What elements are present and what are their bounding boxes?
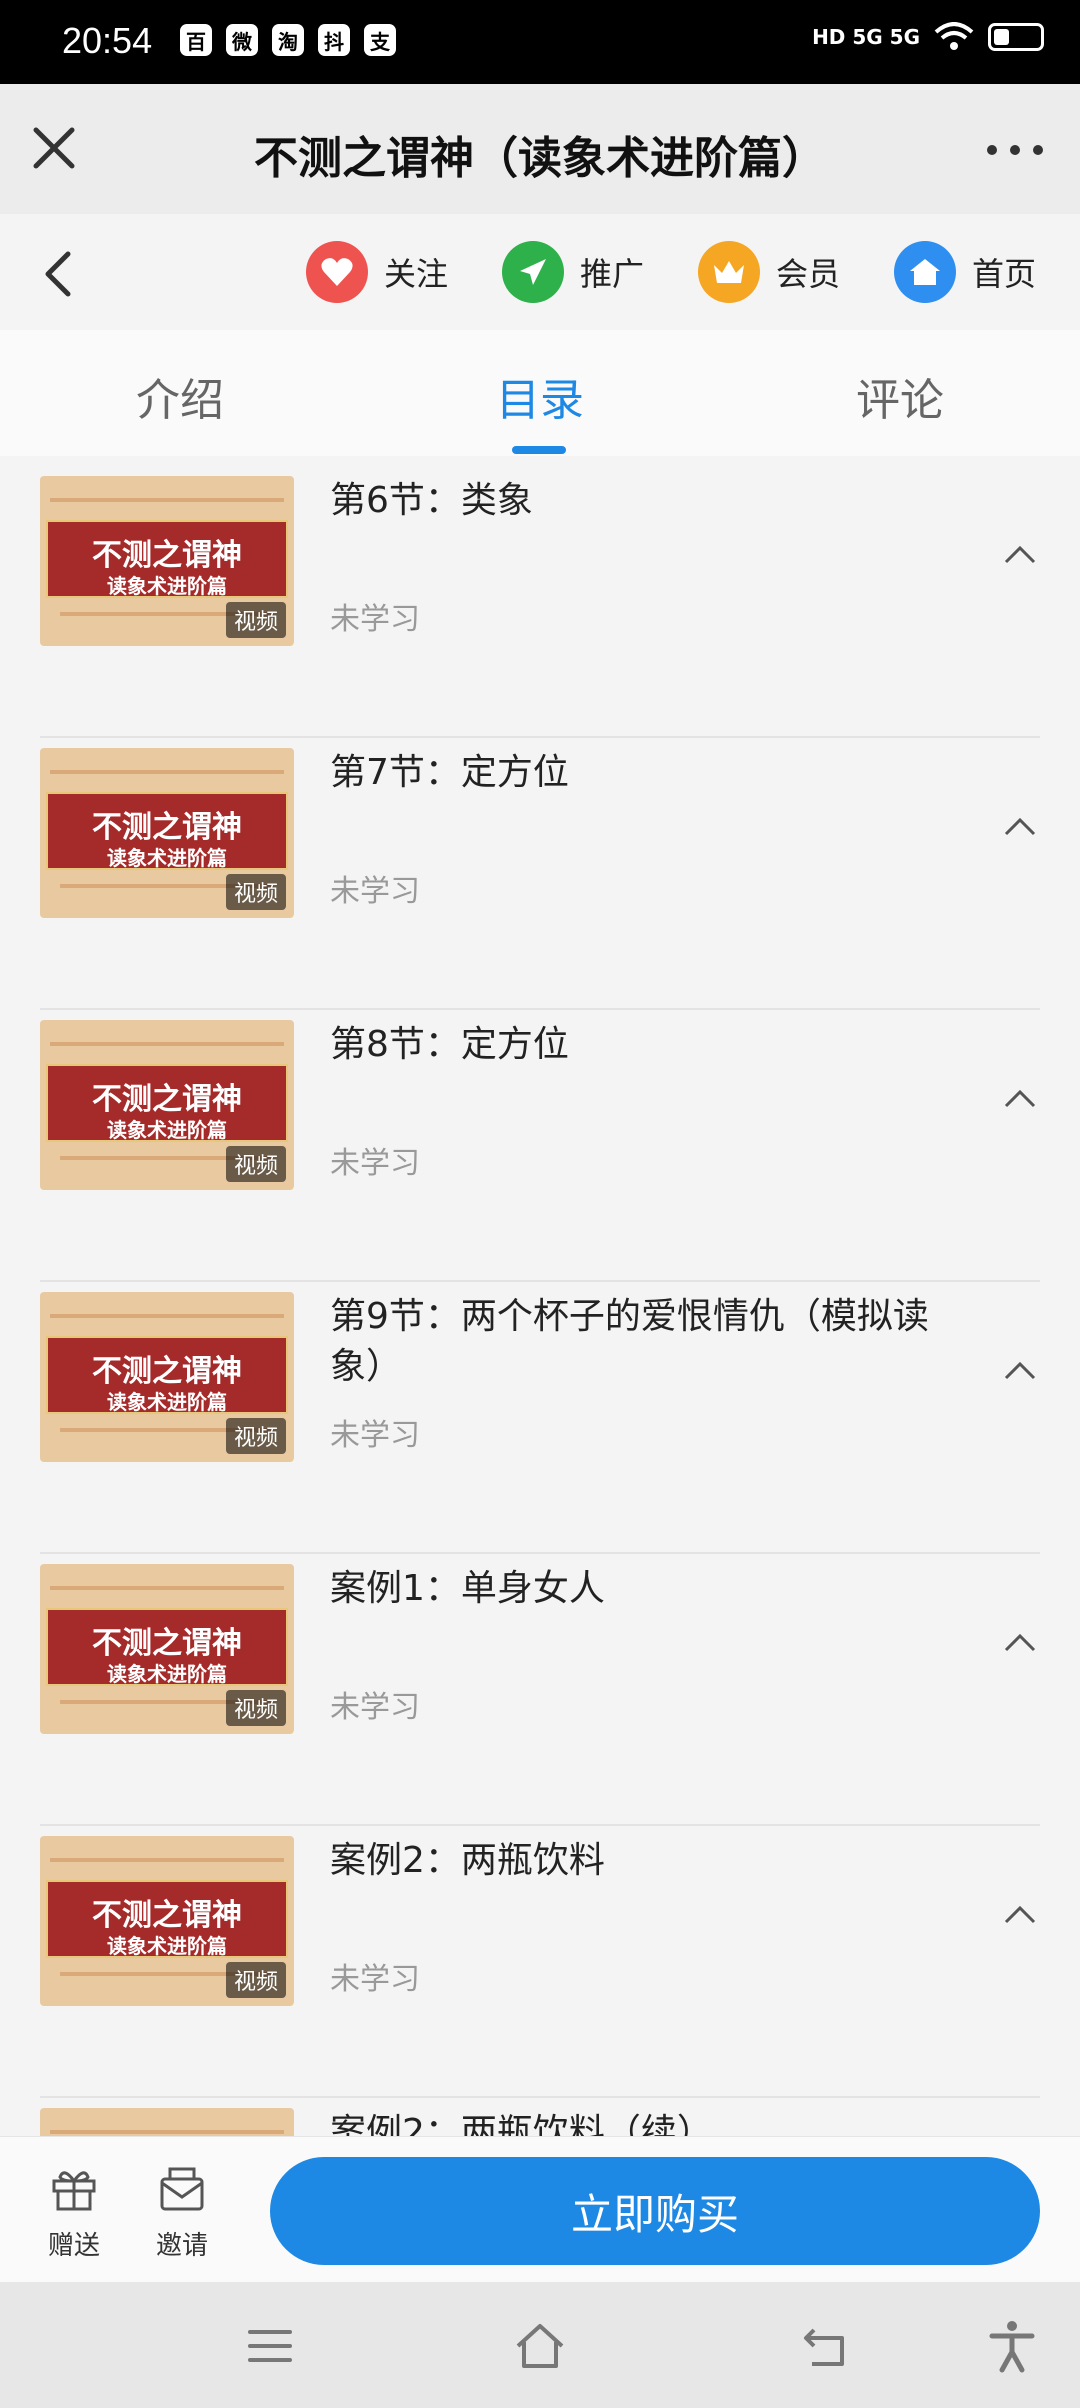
lesson-title: 案例2：两瓶饮料 xyxy=(330,1840,605,1881)
gift-button[interactable]: 赠送 xyxy=(34,2165,114,2262)
lesson-title: 第6节：类象 xyxy=(330,480,533,521)
wifi-icon xyxy=(934,22,974,50)
lesson-title: 第9节：两个杯子的爱恨情仇（模拟读象） xyxy=(330,1296,929,1387)
video-badge: 视频 xyxy=(225,1418,286,1454)
buy-now-button[interactable]: 立即购买 xyxy=(270,2157,1040,2265)
home-button[interactable]: 首页 xyxy=(894,240,1036,304)
lesson-row[interactable]: 不测之谓神 读象术进阶篇 视频 第7节：定方位 未学习 xyxy=(40,738,1040,1010)
envelope-icon xyxy=(160,2167,204,2211)
lesson-thumbnail: 不测之谓神 读象术进阶篇 视频 xyxy=(40,1564,294,1734)
network-indicator: HD 5G 5G xyxy=(812,25,920,49)
status-app-icon: 淘 xyxy=(272,24,304,56)
gift-icon xyxy=(52,2171,96,2211)
lesson-row[interactable]: 不测之谓神 读象术进阶篇 视频 案例1：单身女人 未学习 xyxy=(40,1554,1040,1826)
lesson-status: 未学习 xyxy=(330,1962,420,1997)
lesson-row[interactable]: 不测之谓神 读象术进阶篇 视频 第8节：定方位 未学习 xyxy=(40,1010,1040,1282)
chevron-up-icon[interactable] xyxy=(1000,536,1040,576)
lesson-title: 第7节：定方位 xyxy=(330,752,569,793)
status-app-icon: 支 xyxy=(364,24,396,56)
more-options-icon[interactable] xyxy=(980,122,1050,178)
lesson-list[interactable]: 不测之谓神 读象术进阶篇 视频 第6节：类象 未学习 不测之谓神 读象术进阶篇 … xyxy=(0,456,1080,2136)
battery-icon xyxy=(988,23,1044,51)
thumbnail-subtitle: 读象术进阶篇 xyxy=(107,1390,227,1414)
thumbnail-subtitle: 读象术进阶篇 xyxy=(107,1118,227,1142)
lesson-title: 第8节：定方位 xyxy=(330,1024,569,1065)
crown-icon xyxy=(698,241,760,303)
menu-icon[interactable] xyxy=(242,2318,298,2374)
status-bar: 20:54 百 微 淘 抖 支 HD 5G 5G xyxy=(0,0,1080,84)
thumbnail-title: 不测之谓神 xyxy=(92,538,242,573)
member-label: 会员 xyxy=(776,255,841,293)
lesson-row[interactable]: 不测之谓神 读象术进阶篇 视频 第9节：两个杯子的爱恨情仇（模拟读象） 未学习 xyxy=(40,1282,1040,1554)
paper-plane-icon xyxy=(502,241,564,303)
status-time: 20:54 xyxy=(62,20,153,61)
lesson-status: 未学习 xyxy=(330,602,420,637)
invite-button[interactable]: 邀请 xyxy=(142,2165,222,2262)
home-icon xyxy=(894,241,956,303)
video-badge: 视频 xyxy=(225,1690,286,1726)
chevron-up-icon[interactable] xyxy=(1000,1896,1040,1936)
back-nav-icon[interactable] xyxy=(798,2318,854,2374)
page-title: 不测之谓神（读象术进阶篇） xyxy=(254,133,826,184)
status-app-icon: 百 xyxy=(180,24,212,56)
thumbnail-title: 不测之谓神 xyxy=(92,1898,242,1933)
thumbnail-subtitle: 读象术进阶篇 xyxy=(107,1934,227,1958)
tab-bar: 介绍 目录 评论 xyxy=(0,330,1080,456)
thumbnail-subtitle: 读象术进阶篇 xyxy=(107,846,227,870)
lesson-thumbnail: 不测之谓神 读象术进阶篇 视频 xyxy=(40,1836,294,2006)
follow-label: 关注 xyxy=(384,255,449,293)
thumbnail-subtitle: 读象术进阶篇 xyxy=(107,1662,227,1686)
lesson-thumbnail: 不测之谓神 读象术进阶篇 视频 xyxy=(40,1292,294,1462)
thumbnail-subtitle: 读象术进阶篇 xyxy=(107,574,227,598)
lesson-thumbnail: 不测之谓神 读象术进阶篇 视频 xyxy=(40,2108,294,2136)
lesson-thumbnail: 不测之谓神 读象术进阶篇 视频 xyxy=(40,748,294,918)
home-nav-icon[interactable] xyxy=(512,2318,568,2374)
lesson-status: 未学习 xyxy=(330,1146,420,1181)
invite-label: 邀请 xyxy=(155,2231,208,2261)
video-badge: 视频 xyxy=(225,602,286,638)
promote-button[interactable]: 推广 xyxy=(502,240,644,304)
lesson-row[interactable]: 不测之谓神 读象术进阶篇 视频 案例2：两瓶饮料（续） xyxy=(40,2098,1040,2136)
status-app-icon: 抖 xyxy=(318,24,350,56)
lesson-status: 未学习 xyxy=(330,1418,420,1453)
status-app-icon: 微 xyxy=(226,24,258,56)
status-indicators: HD 5G 5G xyxy=(812,22,1044,52)
tab-intro[interactable]: 介绍 xyxy=(80,364,280,428)
thumbnail-title: 不测之谓神 xyxy=(92,1354,242,1389)
lesson-thumbnail: 不测之谓神 读象术进阶篇 视频 xyxy=(40,476,294,646)
course-toolbar: 关注 推广 会员 首页 xyxy=(0,214,1080,330)
lesson-title: 案例1：单身女人 xyxy=(330,1568,605,1609)
chevron-up-icon[interactable] xyxy=(1000,1624,1040,1664)
lesson-row[interactable]: 不测之谓神 读象术进阶篇 视频 案例2：两瓶饮料 未学习 xyxy=(40,1826,1040,2098)
lesson-thumbnail: 不测之谓神 读象术进阶篇 视频 xyxy=(40,1020,294,1190)
lesson-status: 未学习 xyxy=(330,874,420,909)
purchase-bar: 赠送 邀请 立即购买 xyxy=(0,2136,1080,2282)
accessibility-icon[interactable] xyxy=(984,2318,1040,2374)
chevron-up-icon[interactable] xyxy=(1000,808,1040,848)
promote-label: 推广 xyxy=(580,255,645,293)
member-button[interactable]: 会员 xyxy=(698,240,840,304)
home-label: 首页 xyxy=(972,255,1037,293)
thumbnail-title: 不测之谓神 xyxy=(92,810,242,845)
lesson-row[interactable]: 不测之谓神 读象术进阶篇 视频 第6节：类象 未学习 xyxy=(40,466,1040,738)
lesson-status: 未学习 xyxy=(330,1690,420,1725)
status-app-icons: 百 微 淘 抖 支 xyxy=(180,24,396,56)
thumbnail-title: 不测之谓神 xyxy=(92,1082,242,1117)
chevron-up-icon[interactable] xyxy=(1000,1352,1040,1392)
video-badge: 视频 xyxy=(225,874,286,910)
gift-label: 赠送 xyxy=(47,2231,100,2261)
thumbnail-title: 不测之谓神 xyxy=(92,1626,242,1661)
chevron-up-icon[interactable] xyxy=(1000,1080,1040,1120)
heart-icon xyxy=(306,241,368,303)
title-bar: 不测之谓神（读象术进阶篇） xyxy=(0,84,1080,214)
back-icon[interactable] xyxy=(30,244,90,304)
tab-comments[interactable]: 评论 xyxy=(800,364,1000,428)
follow-button[interactable]: 关注 xyxy=(306,240,448,304)
tab-catalog[interactable]: 目录 xyxy=(440,364,640,428)
lesson-title: 案例2：两瓶饮料（续） xyxy=(330,2112,713,2136)
system-nav-bar xyxy=(0,2282,1080,2408)
active-tab-indicator xyxy=(512,446,566,454)
video-badge: 视频 xyxy=(225,1962,286,1998)
video-badge: 视频 xyxy=(225,1146,286,1182)
